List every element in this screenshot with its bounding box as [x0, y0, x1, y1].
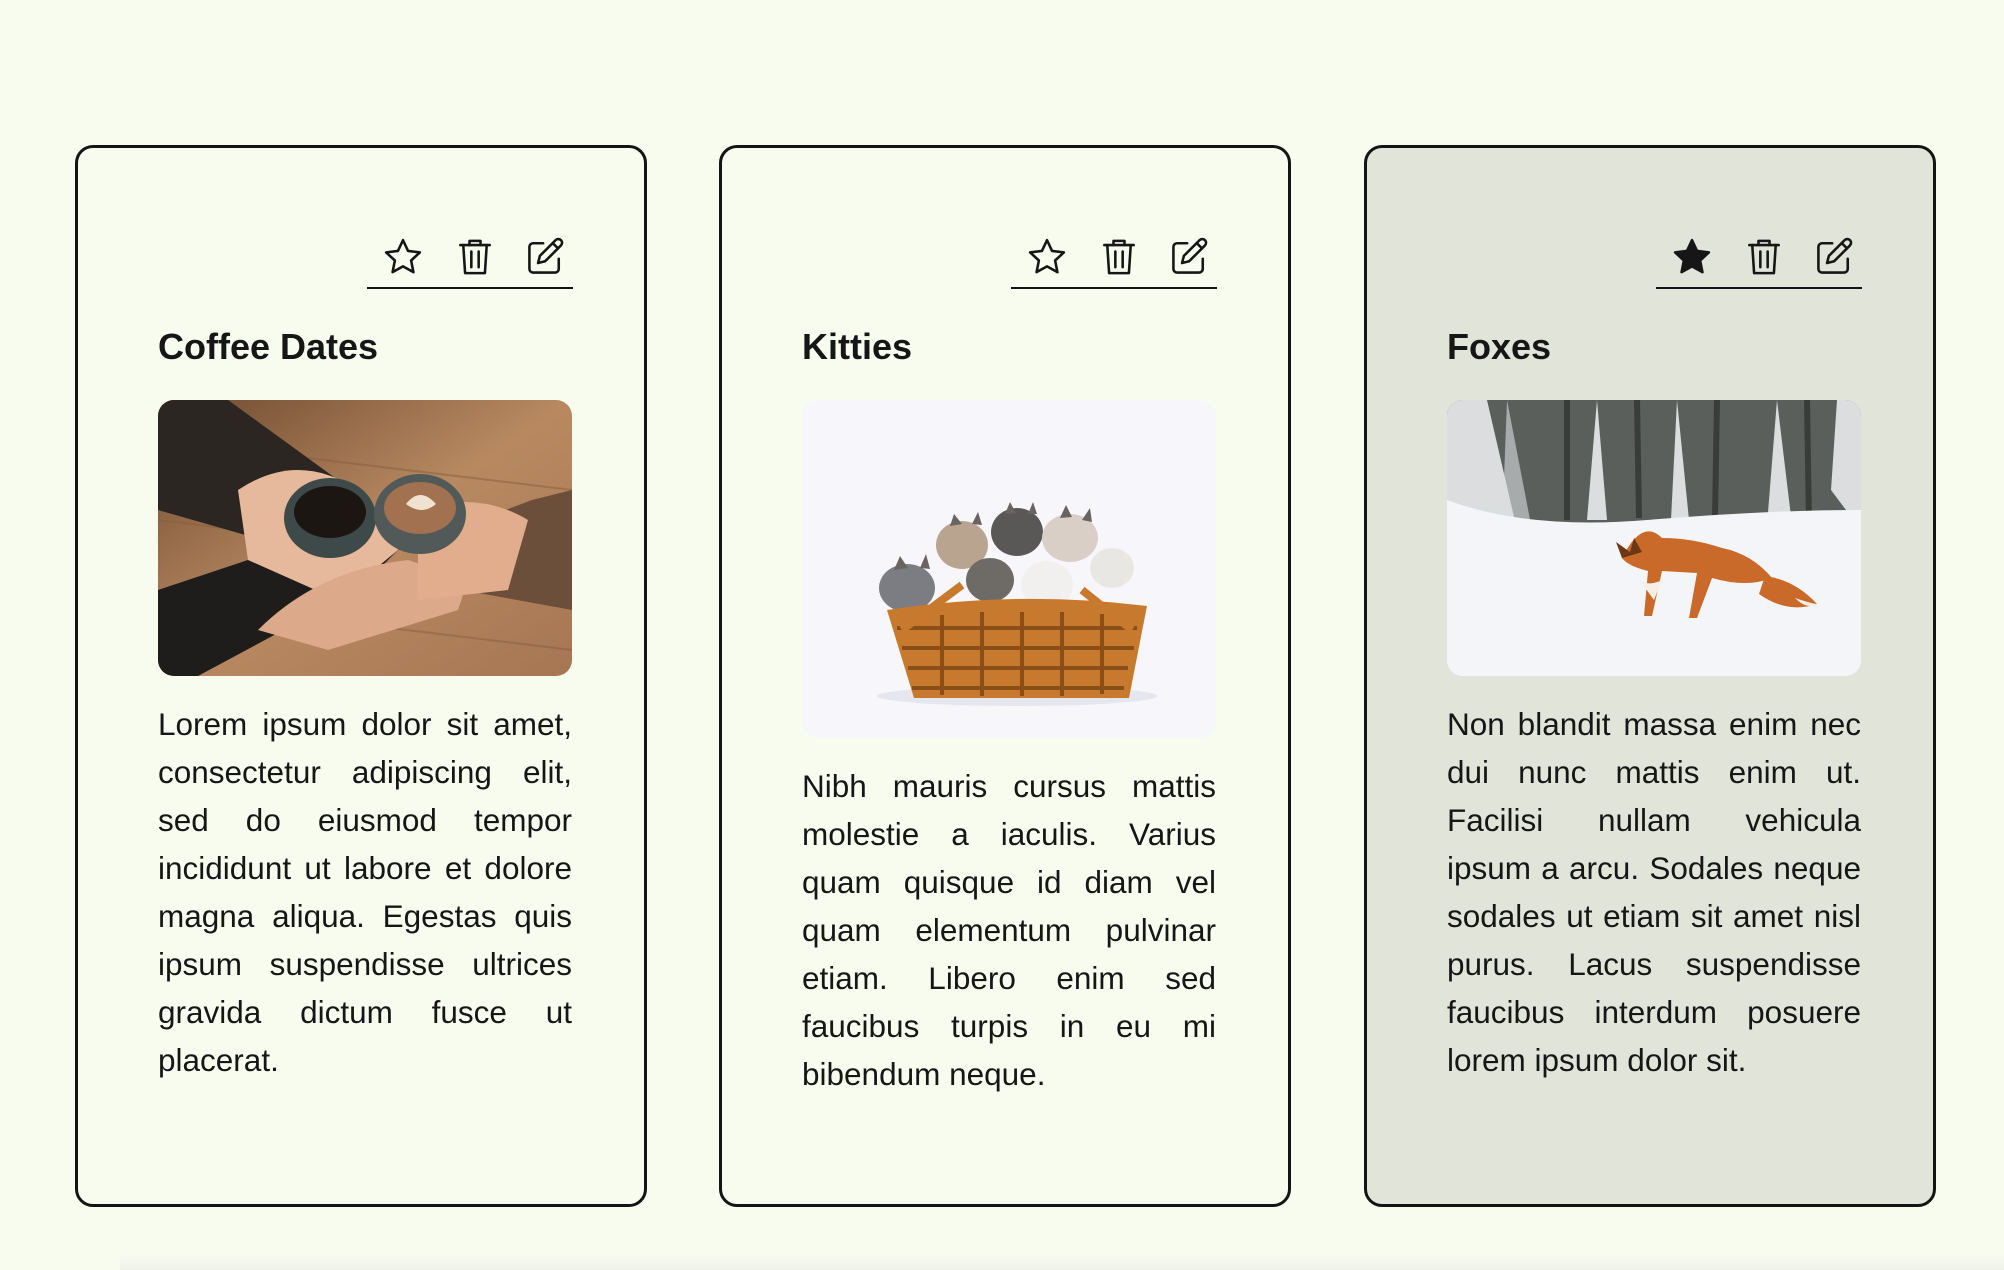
card-body: Nibh mauris cursus mattis molestie a iac…	[802, 768, 1216, 1092]
delete-button[interactable]	[1741, 233, 1787, 281]
pencil-square-icon	[528, 237, 564, 274]
card-title: Foxes	[1447, 326, 1552, 367]
favorite-button[interactable]	[1024, 233, 1070, 281]
card-title: Kitties	[802, 326, 913, 367]
star-outline-icon	[384, 238, 422, 274]
card-toolbar	[1011, 233, 1217, 289]
trash-icon	[1103, 239, 1135, 275]
trash-icon	[1748, 239, 1780, 275]
card-kitties[interactable]: Kitties Nibh mauris cursus mattis molest…	[719, 145, 1291, 1207]
card-body: Lorem ipsum dolor sit amet, consectetur …	[158, 706, 572, 1078]
card-title: Coffee Dates	[158, 326, 379, 367]
star-filled-icon	[1673, 238, 1711, 274]
trash-icon	[459, 239, 491, 275]
delete-button[interactable]	[1096, 233, 1142, 281]
card-toolbar	[1656, 233, 1862, 289]
edit-button[interactable]	[1811, 233, 1857, 281]
pencil-square-icon	[1172, 237, 1208, 274]
edit-button[interactable]	[1166, 233, 1212, 281]
coffee-cups-photo	[158, 400, 572, 676]
delete-button[interactable]	[452, 233, 498, 281]
favorite-button[interactable]	[1669, 233, 1715, 281]
edit-button[interactable]	[522, 233, 568, 281]
card-toolbar	[367, 233, 573, 289]
star-outline-icon	[1028, 238, 1066, 274]
card-foxes[interactable]: Foxes Non blandit massa enim nec dui nun…	[1364, 145, 1936, 1207]
bottom-shadow	[120, 1255, 2004, 1270]
kittens-in-basket-photo	[802, 400, 1216, 738]
card-coffee-dates[interactable]: Coffee Dates Lorem ipsum dolor sit amet,…	[75, 145, 647, 1207]
pencil-square-icon	[1817, 237, 1853, 274]
card-body: Non blandit massa enim nec dui nunc matt…	[1447, 706, 1861, 1078]
fox-in-snow-photo	[1447, 400, 1861, 676]
favorite-button[interactable]	[380, 233, 426, 281]
